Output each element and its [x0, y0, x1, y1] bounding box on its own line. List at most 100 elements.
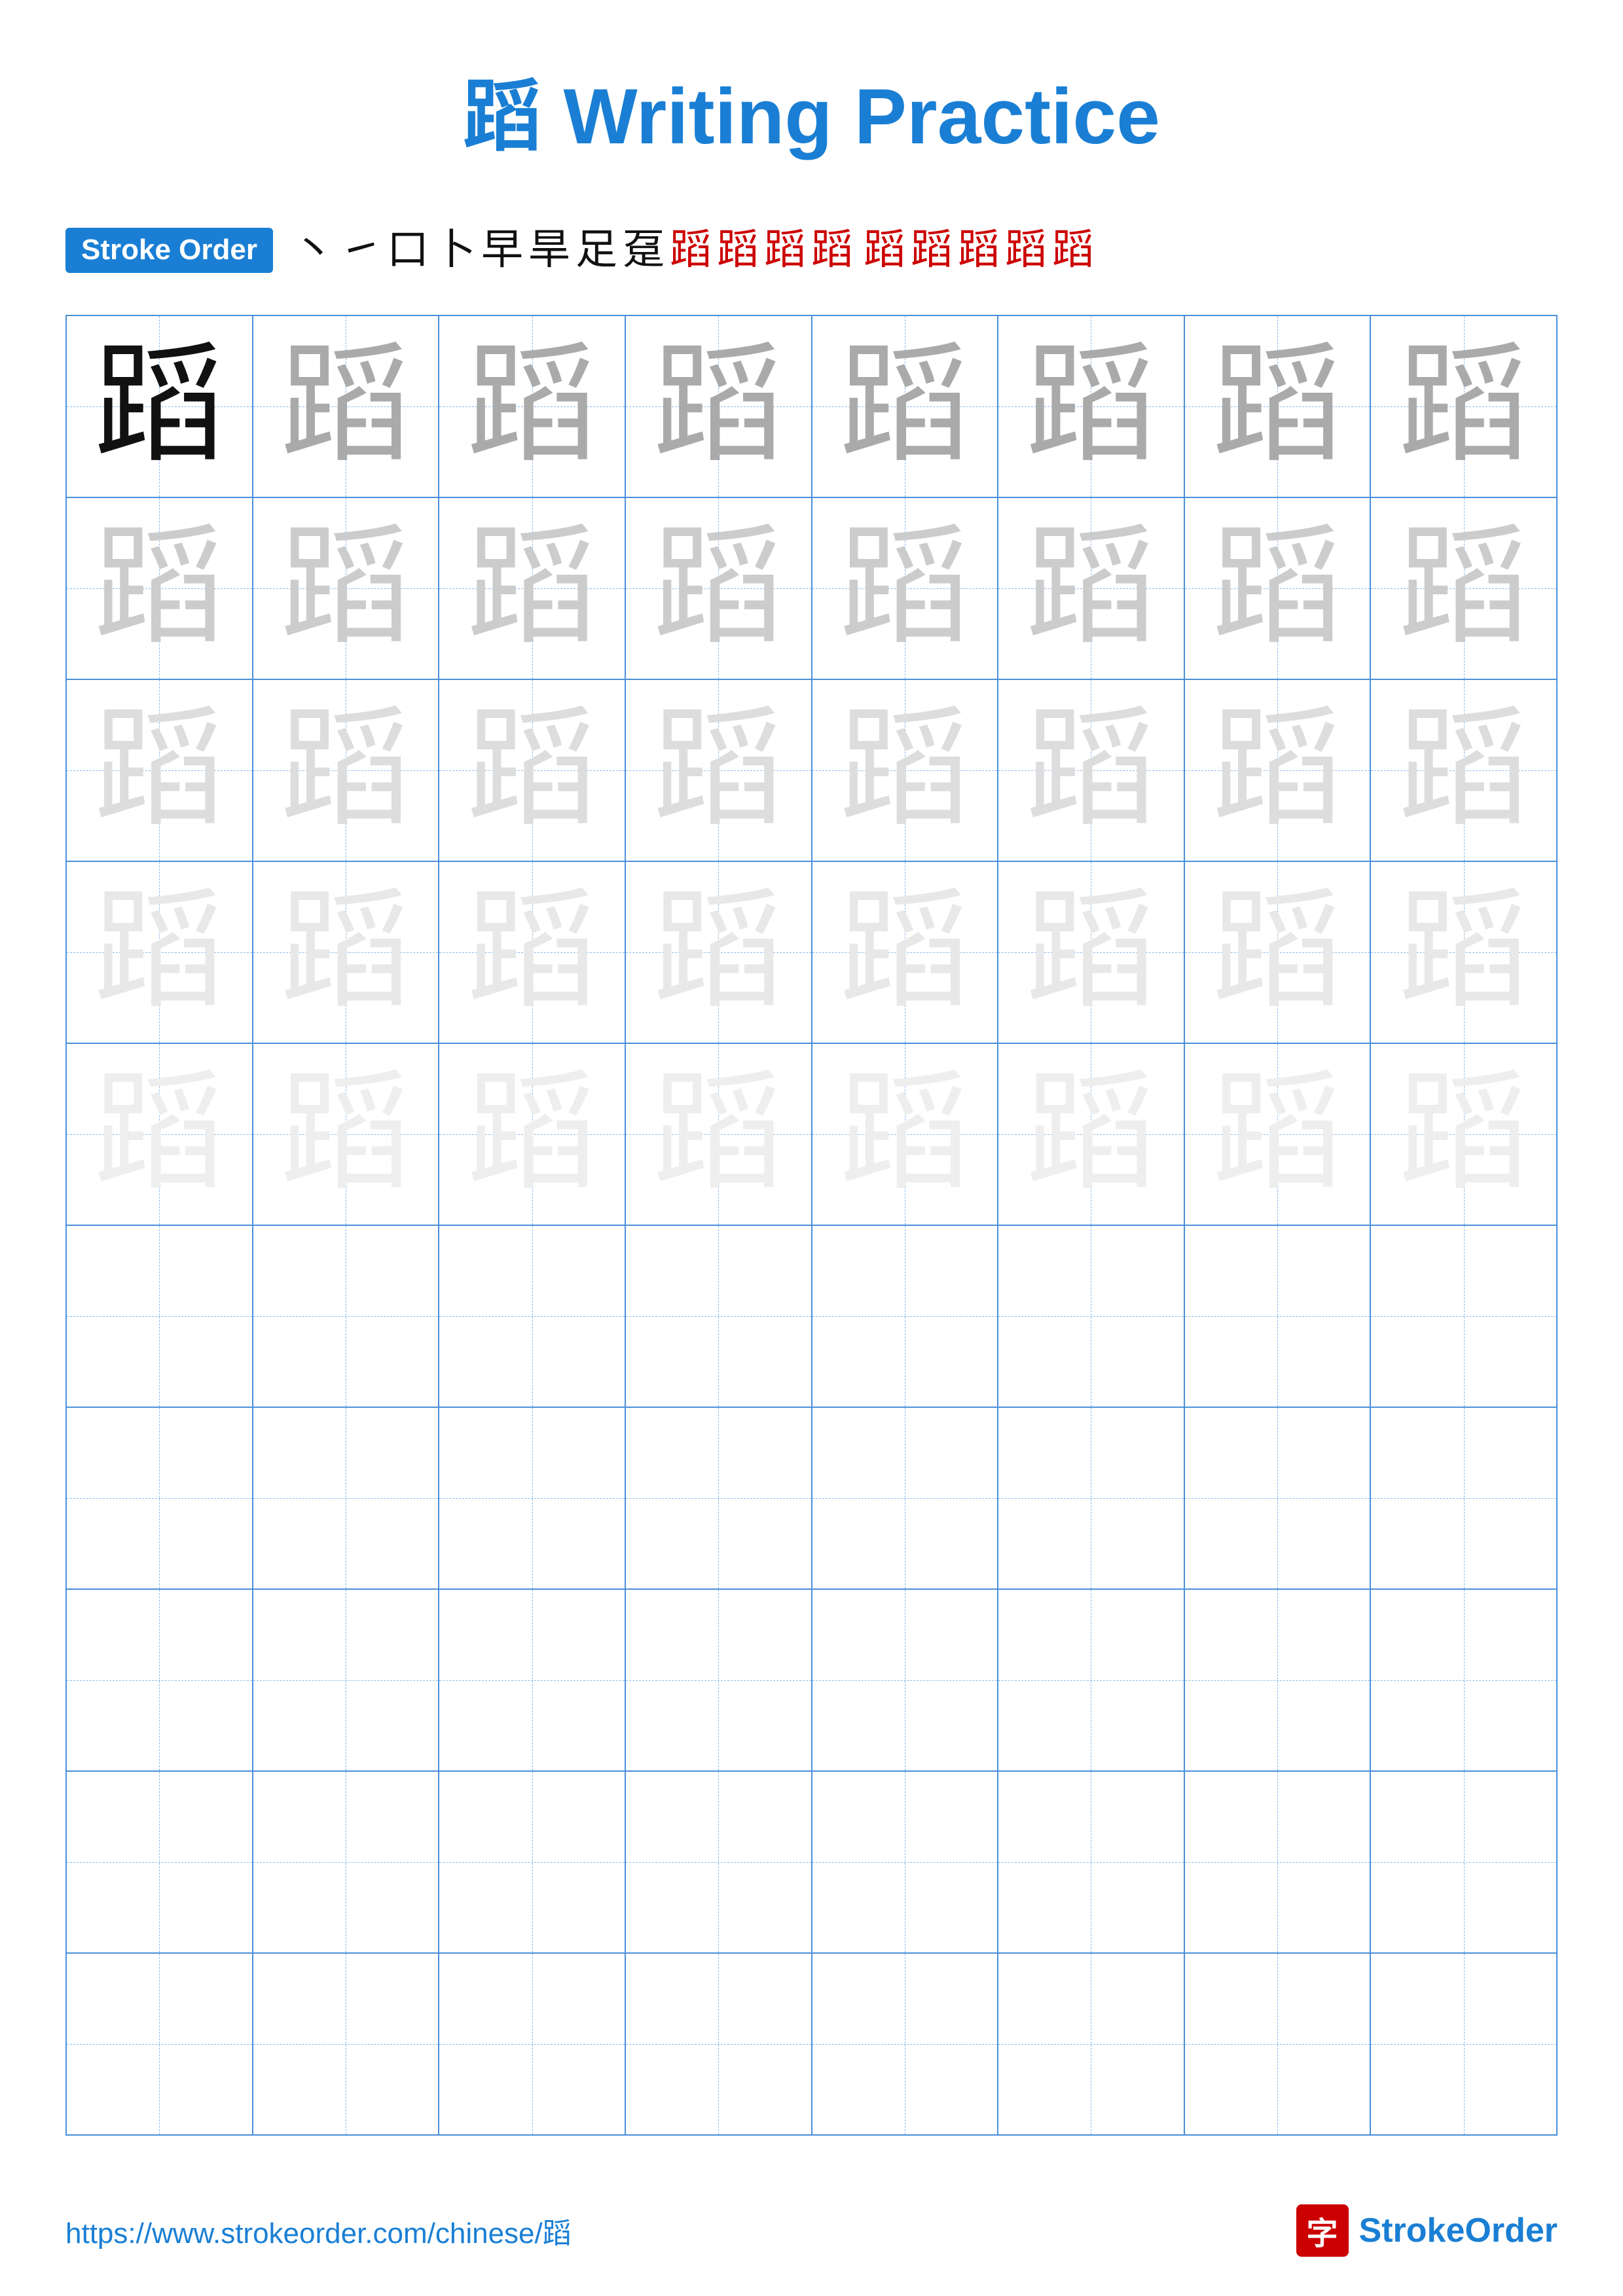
grid-cell: 蹈 [998, 315, 1184, 497]
grid-cell: 蹈 [1370, 861, 1557, 1043]
grid-cell [625, 1589, 812, 1771]
grid-cell [439, 1771, 625, 1953]
grid-cell [998, 1407, 1184, 1589]
grid-cell [625, 1771, 812, 1953]
grid-cell [439, 1225, 625, 1407]
grid-cell: 蹈 [253, 1043, 439, 1225]
grid-cell [66, 1225, 253, 1407]
grid-cell [812, 1225, 998, 1407]
grid-cell [1370, 1589, 1557, 1771]
grid-cell: 蹈 [1370, 679, 1557, 861]
footer-logo: 字 StrokeOrder [1296, 2204, 1558, 2257]
grid-cell [253, 1771, 439, 1953]
footer: https://www.strokeorder.com/chinese/蹈 字 … [0, 2204, 1623, 2257]
grid-cell: 蹈 [625, 1043, 812, 1225]
grid-cell: 蹈 [812, 497, 998, 679]
footer-url: https://www.strokeorder.com/chinese/蹈 [65, 2210, 572, 2251]
grid-cell: 蹈 [66, 315, 253, 497]
grid-cell: 蹈 [998, 679, 1184, 861]
grid-cell [253, 1589, 439, 1771]
grid-cell: 蹈 [812, 315, 998, 497]
stroke-5: 早 [481, 225, 523, 276]
grid-cell: 蹈 [1184, 861, 1371, 1043]
grid-cell [812, 1771, 998, 1953]
grid-cell: 蹈 [812, 861, 998, 1043]
grid-cell [439, 1953, 625, 2135]
grid-cell: 蹈 [1370, 1043, 1557, 1225]
grid-cell [66, 1589, 253, 1771]
grid-cell [439, 1589, 625, 1771]
stroke-17: 蹈 [1052, 225, 1094, 276]
grid-cell: 蹈 [253, 861, 439, 1043]
stroke-3: 口 [387, 225, 429, 276]
grid-cell: 蹈 [253, 679, 439, 861]
logo-icon: 字 [1296, 2204, 1349, 2257]
grid-row-2: 蹈 蹈 蹈 蹈 蹈 蹈 蹈 蹈 [66, 497, 1557, 679]
grid-cell: 蹈 [812, 1043, 998, 1225]
grid-row-10 [66, 1953, 1557, 2135]
stroke-13: 蹈 [864, 225, 905, 276]
page-title: 蹈 Writing Practice [0, 52, 1623, 166]
grid-cell [1184, 1953, 1371, 2135]
grid-cell [998, 1771, 1184, 1953]
grid-cell: 蹈 [812, 679, 998, 861]
grid-cell [66, 1407, 253, 1589]
stroke-11: 蹈 [764, 225, 806, 276]
grid-cell: 蹈 [439, 1043, 625, 1225]
grid-cell [253, 1953, 439, 2135]
grid-cell [812, 1407, 998, 1589]
grid-cell: 蹈 [625, 861, 812, 1043]
grid-cell [812, 1953, 998, 2135]
grid-row-1: 蹈 蹈 蹈 蹈 蹈 蹈 蹈 蹈 [66, 315, 1557, 497]
grid-cell [66, 1771, 253, 1953]
grid-cell [439, 1407, 625, 1589]
grid-cell [625, 1407, 812, 1589]
stroke-6: 旱 [528, 225, 570, 276]
grid-cell: 蹈 [66, 497, 253, 679]
grid-cell [625, 1225, 812, 1407]
grid-cell [66, 1953, 253, 2135]
grid-cell: 蹈 [998, 1043, 1184, 1225]
practice-grid: 蹈 蹈 蹈 蹈 蹈 蹈 蹈 蹈 蹈 蹈 蹈 蹈 蹈 蹈 蹈 蹈 蹈 蹈 蹈 蹈 … [65, 315, 1558, 2136]
title-section: 蹈 Writing Practice [0, 0, 1623, 206]
grid-cell [812, 1589, 998, 1771]
stroke-16: 蹈 [1005, 225, 1047, 276]
grid-row-4: 蹈 蹈 蹈 蹈 蹈 蹈 蹈 蹈 [66, 861, 1557, 1043]
grid-cell: 蹈 [66, 1043, 253, 1225]
logo-text: StrokeOrder [1359, 2211, 1558, 2250]
grid-row-9 [66, 1771, 1557, 1953]
grid-row-5: 蹈 蹈 蹈 蹈 蹈 蹈 蹈 蹈 [66, 1043, 1557, 1225]
grid-cell [1370, 1225, 1557, 1407]
grid-cell: 蹈 [998, 861, 1184, 1043]
grid-row-3: 蹈 蹈 蹈 蹈 蹈 蹈 蹈 蹈 [66, 679, 1557, 861]
grid-cell [625, 1953, 812, 2135]
grid-cell: 蹈 [625, 679, 812, 861]
stroke-15: 蹈 [958, 225, 1000, 276]
grid-cell [998, 1225, 1184, 1407]
grid-cell: 蹈 [66, 861, 253, 1043]
stroke-12: 蹈 [811, 225, 853, 276]
stroke-order-badge: Stroke Order [65, 228, 273, 273]
grid-cell [1370, 1771, 1557, 1953]
grid-cell: 蹈 [1370, 315, 1557, 497]
grid-cell: 蹈 [439, 861, 625, 1043]
grid-cell: 蹈 [1184, 1043, 1371, 1225]
grid-cell: 蹈 [1184, 497, 1371, 679]
title-char: 蹈 [463, 73, 541, 160]
stroke-order-section: Stroke Order 丶 ㇀ 口 卜 早 旱 足 趸 蹈 蹈 蹈 蹈 蹈 蹈… [0, 206, 1623, 302]
stroke-7: 足 [575, 225, 617, 276]
grid-cell [1184, 1225, 1371, 1407]
grid-cell [1184, 1589, 1371, 1771]
stroke-14: 蹈 [911, 225, 953, 276]
grid-cell: 蹈 [66, 679, 253, 861]
grid-cell: 蹈 [625, 315, 812, 497]
grid-cell: 蹈 [1184, 315, 1371, 497]
grid-cell: 蹈 [1370, 497, 1557, 679]
stroke-10: 蹈 [717, 225, 759, 276]
stroke-4: 卜 [434, 225, 476, 276]
practice-section: 蹈 蹈 蹈 蹈 蹈 蹈 蹈 蹈 蹈 蹈 蹈 蹈 蹈 蹈 蹈 蹈 蹈 蹈 蹈 蹈 … [0, 302, 1623, 2149]
grid-cell [998, 1589, 1184, 1771]
grid-row-7 [66, 1407, 1557, 1589]
grid-cell: 蹈 [253, 315, 439, 497]
grid-cell [1370, 1953, 1557, 2135]
